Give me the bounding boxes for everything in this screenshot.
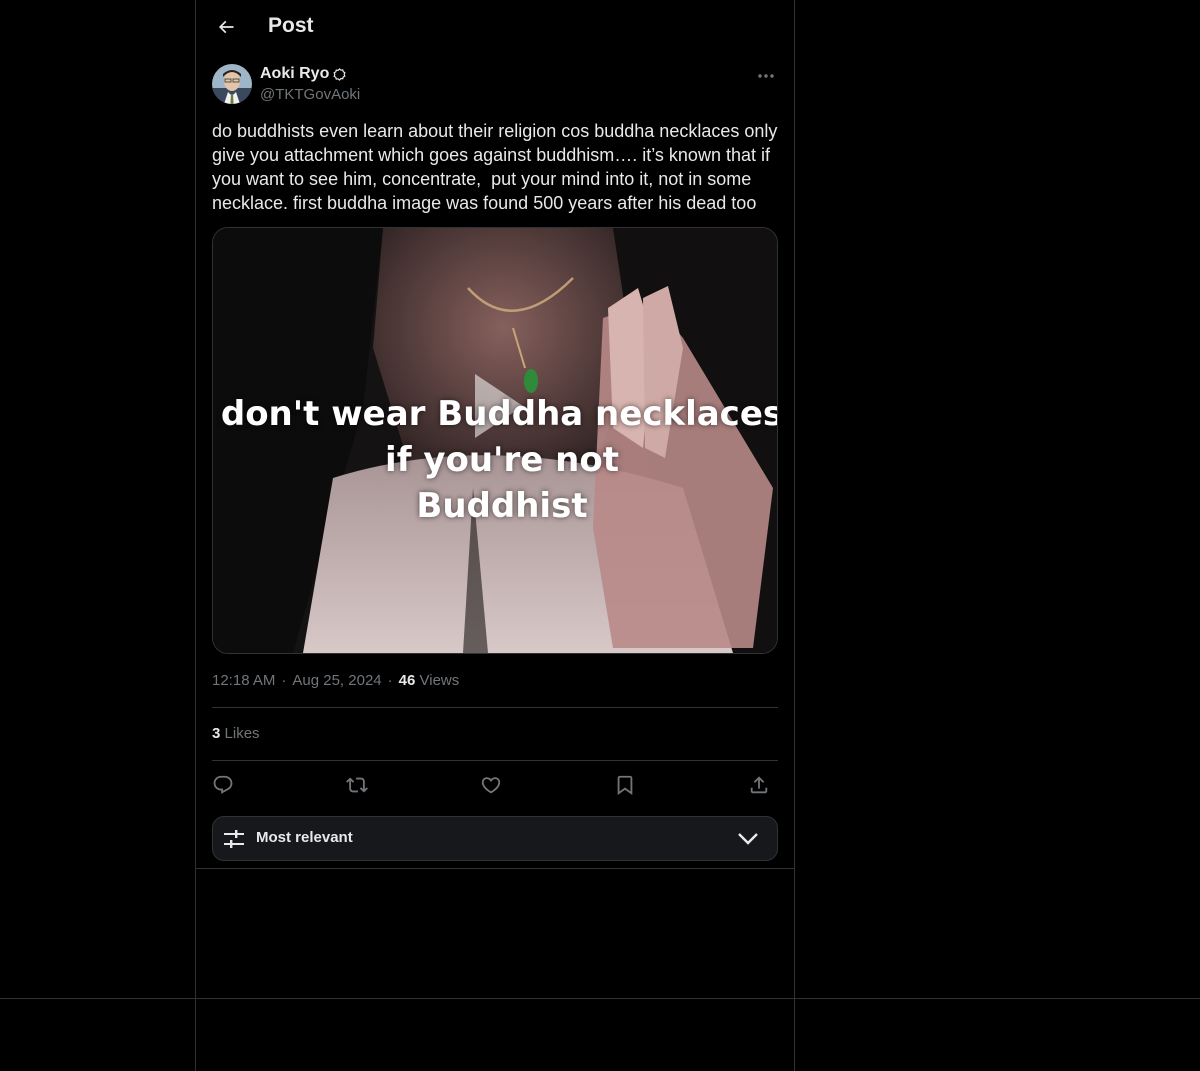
reply-button[interactable] — [206, 768, 240, 802]
meta-separator: · — [387, 672, 393, 689]
page-title: Post — [268, 14, 314, 37]
more-options-button[interactable] — [754, 66, 778, 86]
views-label: Views — [419, 672, 460, 689]
post-video[interactable]: don't wear Buddha necklaces if you're no… — [212, 227, 778, 654]
video-caption: don't wear Buddha necklaces if you're no… — [213, 391, 778, 529]
video-caption-line: Buddhist — [416, 486, 588, 526]
page-divider — [0, 998, 1200, 999]
sliders-icon — [224, 830, 244, 848]
meta-separator: · — [281, 672, 287, 689]
avatar[interactable] — [212, 64, 252, 104]
bookmark-icon — [617, 775, 633, 796]
likes-label: Likes — [224, 725, 260, 742]
views-group[interactable]: 46 Views — [399, 672, 460, 689]
heart-icon — [481, 777, 501, 794]
bookmark-button[interactable] — [608, 768, 642, 802]
post-header: Post — [196, 0, 794, 54]
section-divider — [196, 868, 794, 869]
page: Post Aoki Ryo @TKTGovAoki do buddhists e… — [0, 0, 1200, 1071]
video-caption-line: if you're not — [385, 440, 619, 480]
verified-badge-icon — [333, 67, 346, 81]
likes-stat[interactable]: 3 Likes — [212, 725, 260, 742]
arrow-left-icon — [218, 20, 234, 34]
author-block: Aoki Ryo @TKTGovAoki — [212, 64, 778, 106]
author-handle[interactable]: @TKTGovAoki — [260, 86, 360, 103]
post-date[interactable]: Aug 25, 2024 — [292, 672, 381, 689]
reply-icon — [213, 775, 233, 794]
views-count: 46 — [398, 672, 416, 689]
repost-icon — [346, 777, 368, 793]
video-caption-line: don't wear Buddha necklaces — [220, 394, 778, 434]
post-meta: 12:18 AM · Aug 25, 2024 · 46 Views — [212, 672, 459, 689]
sort-selected-label: Most relevant — [256, 829, 353, 846]
post-time[interactable]: 12:18 AM — [212, 672, 275, 689]
main-column: Post Aoki Ryo @TKTGovAoki do buddhists e… — [195, 0, 795, 1071]
divider — [212, 760, 778, 761]
divider — [212, 707, 778, 708]
more-horizontal-icon — [758, 74, 774, 78]
author-name-row[interactable]: Aoki Ryo — [260, 65, 346, 83]
repost-button[interactable] — [340, 768, 374, 802]
share-button[interactable] — [742, 768, 776, 802]
author-name: Aoki Ryo — [260, 65, 330, 82]
likes-count: 3 — [212, 725, 221, 742]
like-button[interactable] — [474, 768, 508, 802]
post-text: do buddhists even learn about their reli… — [212, 121, 783, 213]
share-icon — [750, 776, 768, 794]
chevron-down-icon — [738, 833, 758, 845]
back-button[interactable] — [212, 13, 240, 41]
action-bar — [212, 768, 778, 802]
reply-sort-dropdown[interactable]: Most relevant — [212, 816, 778, 861]
